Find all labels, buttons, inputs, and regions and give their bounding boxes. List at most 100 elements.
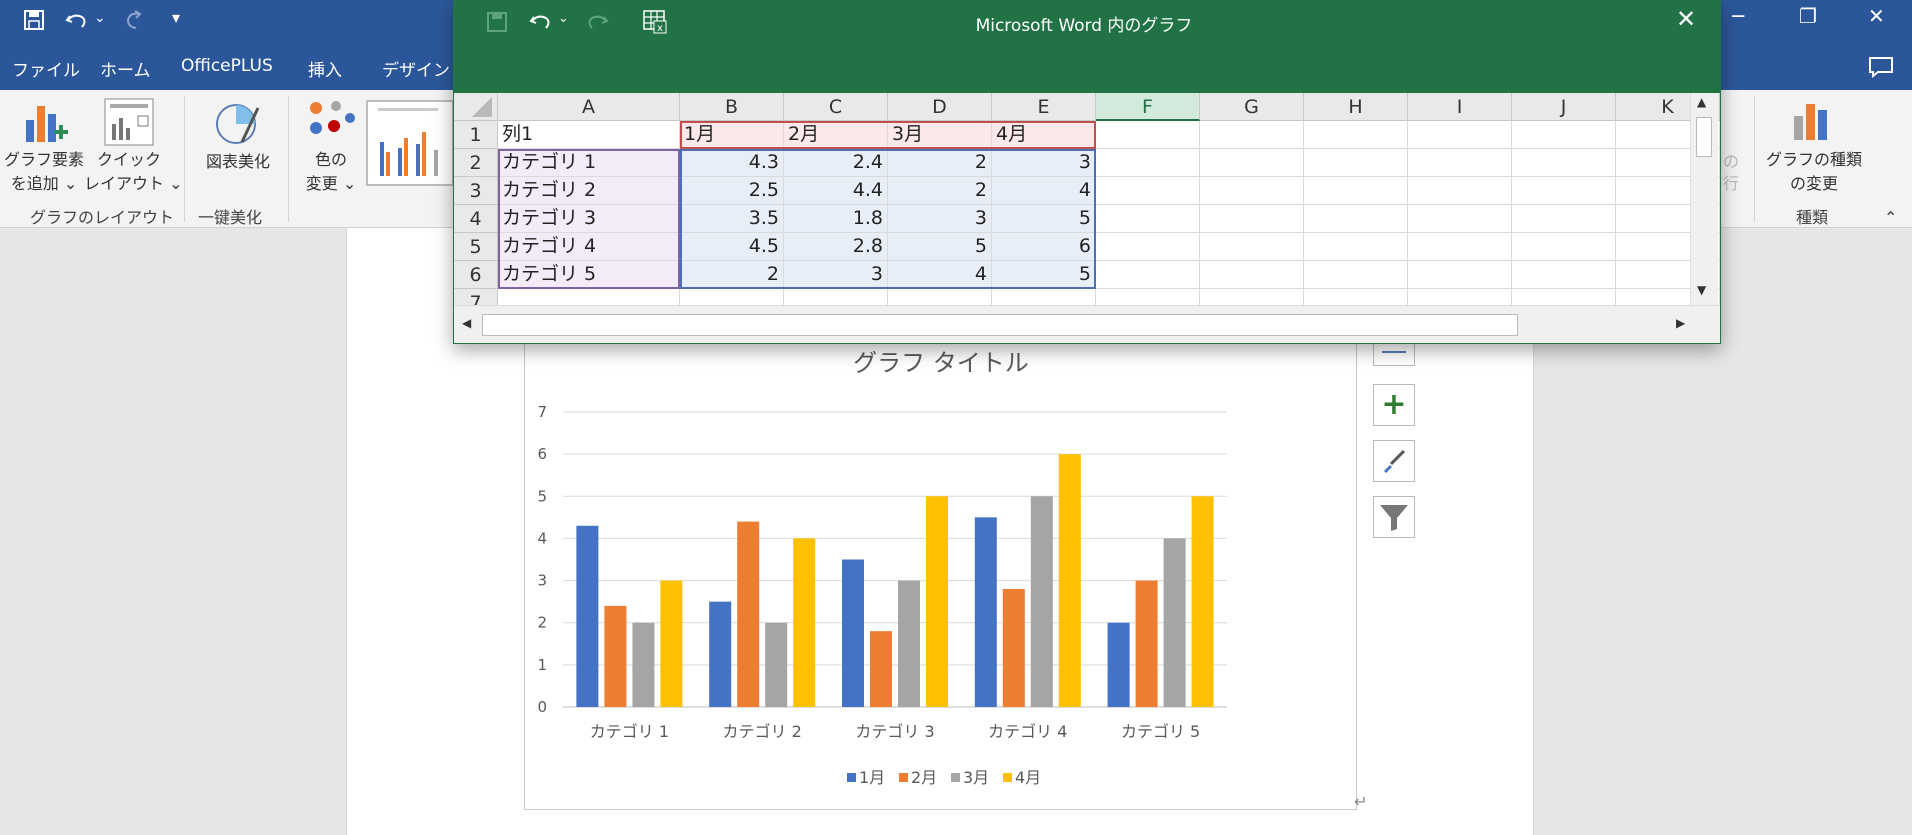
bar-4-5[interactable] [1191,496,1214,707]
cell-i2[interactable] [1408,149,1512,177]
redo-icon[interactable] [122,8,146,32]
cell-b1[interactable]: 1月 [680,121,784,149]
scroll-up-icon[interactable]: ▲ [1697,95,1706,109]
horizontal-scroll-thumb[interactable] [482,314,1518,336]
select-all-corner[interactable] [454,93,498,121]
cell-c2[interactable]: 2.4 [784,149,888,177]
collapse-ribbon-icon[interactable]: ⌃ [1884,208,1897,227]
cell-a2[interactable]: カテゴリ 1 [498,149,680,177]
column-header-f[interactable]: F [1096,93,1200,121]
cell-a5[interactable]: カテゴリ 4 [498,233,680,261]
excel-undo-icon[interactable] [528,9,554,33]
cell-g4[interactable] [1200,205,1304,233]
bar-4-3[interactable] [926,496,948,707]
cell-b2[interactable]: 4.3 [680,149,784,177]
cell-e1[interactable]: 4月 [992,121,1096,149]
cell-a4[interactable]: カテゴリ 3 [498,205,680,233]
window-close-button[interactable]: ✕ [1868,4,1885,28]
cell-g6[interactable] [1200,261,1304,289]
cell-c6[interactable]: 3 [784,261,888,289]
chart-area[interactable]: グラフ タイトル 0 1 2 3 4 5 6 7 カテゴリ 1 カテゴリ 2 カテゴリ 3 カテゴリ… [524,340,1357,810]
cell-f4[interactable] [1096,205,1200,233]
cell-g1[interactable] [1200,121,1304,149]
cell-d2[interactable]: 2 [888,149,992,177]
vertical-scroll-thumb[interactable] [1696,117,1712,157]
cell-c1[interactable]: 2月 [784,121,888,149]
restore-button[interactable]: ❐ [1799,4,1817,28]
cell-c5[interactable]: 2.8 [784,233,888,261]
cell-i3[interactable] [1408,177,1512,205]
cell-g3[interactable] [1200,177,1304,205]
chart-beautify-button[interactable]: 図表美化 [198,150,278,174]
bar-4-2[interactable] [793,538,816,707]
bar-3-5[interactable] [1163,538,1186,707]
cell-c3[interactable]: 4.4 [784,177,888,205]
cell-a1[interactable]: 列1 [498,121,680,149]
tab-home[interactable]: ホーム [100,56,151,81]
cell-f6[interactable] [1096,261,1200,289]
column-header-h[interactable]: H [1304,93,1408,121]
bar-2-4[interactable] [1002,589,1025,707]
scroll-right-icon[interactable]: ▶ [1676,316,1685,330]
column-header-e[interactable]: E [992,93,1096,121]
spreadsheet-grid[interactable]: A B C D E F G H I J K 1 2 3 4 5 6 7 列1 1月 2月 3月 4月 カテゴリ 1 4.3 2.4… [454,93,1720,317]
cell-e2[interactable]: 3 [992,149,1096,177]
cell-h6[interactable] [1304,261,1408,289]
cell-c4[interactable]: 1.8 [784,205,888,233]
bar-3-3[interactable] [898,580,920,707]
bar-1-5[interactable] [1107,622,1130,707]
column-header-a[interactable]: A [498,93,680,121]
chart-style-thumbnail[interactable] [366,100,454,186]
bar-4-4[interactable] [1058,454,1081,707]
cell-j6[interactable] [1512,261,1616,289]
cell-h5[interactable] [1304,233,1408,261]
cell-h3[interactable] [1304,177,1408,205]
bar-1-2[interactable] [709,601,732,707]
save-icon[interactable] [22,8,46,32]
row-header-5[interactable]: 5 [454,233,498,261]
undo-dropdown-icon[interactable]: ⌄ [94,10,106,26]
cell-i1[interactable] [1408,121,1512,149]
row-header-1[interactable]: 1 [454,121,498,149]
excel-undo-dropdown-icon[interactable]: ⌄ [558,11,569,26]
column-header-j[interactable]: J [1512,93,1616,121]
scroll-down-icon[interactable]: ▼ [1697,283,1706,297]
cell-e3[interactable]: 4 [992,177,1096,205]
cell-b5[interactable]: 4.5 [680,233,784,261]
cell-g2[interactable] [1200,149,1304,177]
chart-elements-button[interactable]: + [1373,384,1415,426]
cell-j4[interactable] [1512,205,1616,233]
customize-qat-icon[interactable]: ▾ [172,8,180,27]
cell-j3[interactable] [1512,177,1616,205]
cell-d1[interactable]: 3月 [888,121,992,149]
bar-4-1[interactable] [660,580,683,707]
cell-a3[interactable]: カテゴリ 2 [498,177,680,205]
cell-d6[interactable]: 4 [888,261,992,289]
cell-d4[interactable]: 3 [888,205,992,233]
cell-e6[interactable]: 5 [992,261,1096,289]
tab-file[interactable]: ファイル [12,56,80,81]
cell-g5[interactable] [1200,233,1304,261]
tab-insert[interactable]: 挿入 [308,56,342,81]
cell-e4[interactable]: 5 [992,205,1096,233]
cell-j5[interactable] [1512,233,1616,261]
undo-icon[interactable] [64,8,90,32]
tab-officeplus[interactable]: OfficePLUS [181,56,273,76]
tab-design[interactable]: デザイン [382,56,450,81]
cell-d5[interactable]: 5 [888,233,992,261]
cell-i4[interactable] [1408,205,1512,233]
cell-a6[interactable]: カテゴリ 5 [498,261,680,289]
chart-filter-button[interactable] [1373,496,1415,538]
cell-f1[interactable] [1096,121,1200,149]
cell-j2[interactable] [1512,149,1616,177]
horizontal-scrollbar[interactable]: ◀ ▶ [454,305,1720,343]
row-header-2[interactable]: 2 [454,149,498,177]
cell-e5[interactable]: 6 [992,233,1096,261]
cell-d3[interactable]: 2 [888,177,992,205]
change-colors-button[interactable]: 色の 変更 ⌄ [296,148,366,196]
cell-h4[interactable] [1304,205,1408,233]
scroll-left-icon[interactable]: ◀ [462,316,471,330]
row-header-6[interactable]: 6 [454,261,498,289]
cell-i5[interactable] [1408,233,1512,261]
bar-1-1[interactable] [576,525,599,707]
